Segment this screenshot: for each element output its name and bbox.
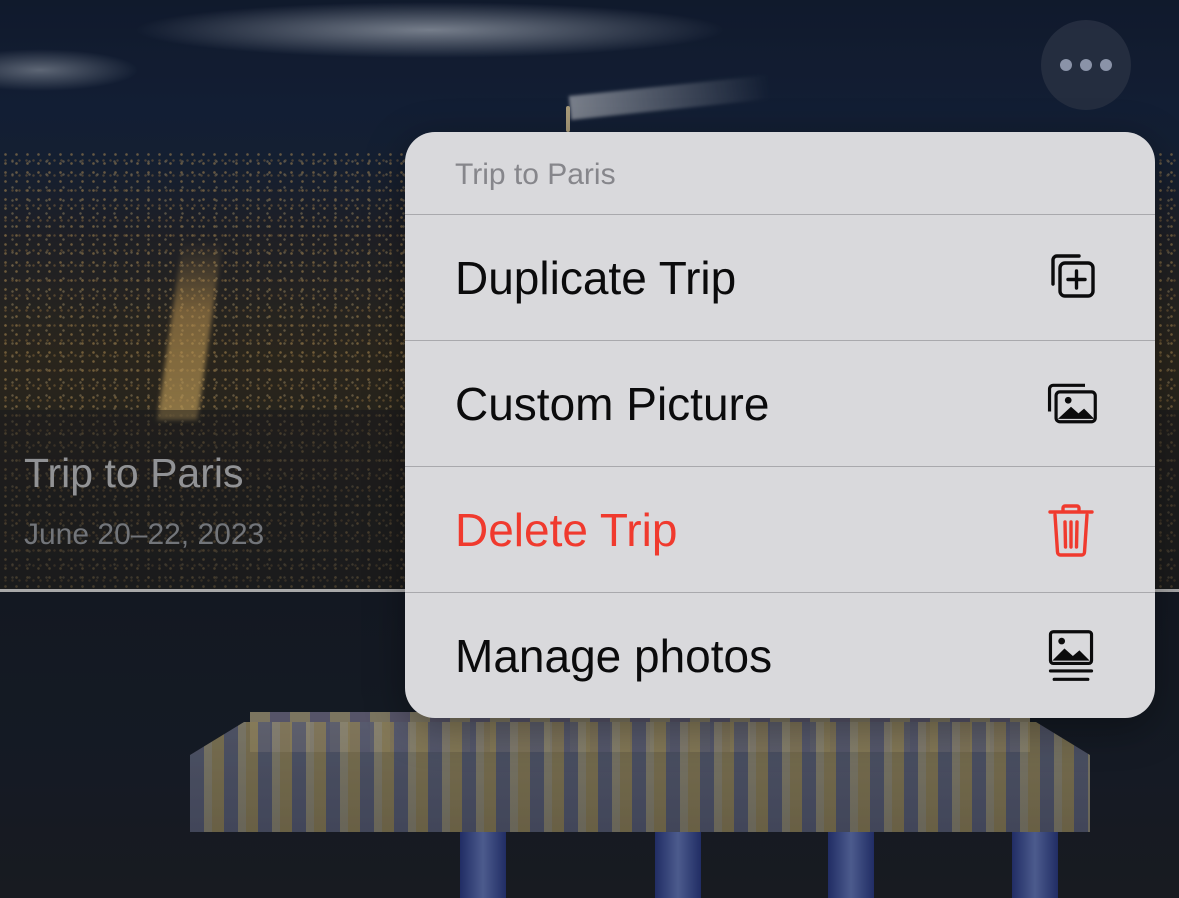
trips-screen: Trip to Paris June 20–22, 2023 Trip to P… xyxy=(0,0,1179,898)
ellipsis-icon xyxy=(1080,59,1092,71)
menu-item-label: Delete Trip xyxy=(455,503,678,556)
menu-item-label: Duplicate Trip xyxy=(455,251,737,304)
menu-item-label: Manage photos xyxy=(455,629,773,682)
duplicate-plus-icon xyxy=(1043,250,1099,306)
photo-stack-icon xyxy=(1043,376,1099,432)
menu-item-delete-trip[interactable]: Delete Trip xyxy=(405,467,1155,593)
menu-item-duplicate-trip[interactable]: Duplicate Trip xyxy=(405,215,1155,341)
photo-caption-icon xyxy=(1043,628,1099,684)
ellipsis-icon xyxy=(1060,59,1072,71)
menu-header: Trip to Paris xyxy=(405,132,1155,215)
trash-icon xyxy=(1043,502,1099,558)
menu-item-label: Custom Picture xyxy=(455,377,770,430)
menu-item-custom-picture[interactable]: Custom Picture xyxy=(405,341,1155,467)
menu-header-title: Trip to Paris xyxy=(455,158,616,191)
menu-item-manage-photos[interactable]: Manage photos xyxy=(405,593,1155,718)
more-options-button[interactable] xyxy=(1041,20,1131,110)
context-menu: Trip to Paris Duplicate Trip Custom Pict… xyxy=(405,132,1155,718)
ellipsis-icon xyxy=(1100,59,1112,71)
